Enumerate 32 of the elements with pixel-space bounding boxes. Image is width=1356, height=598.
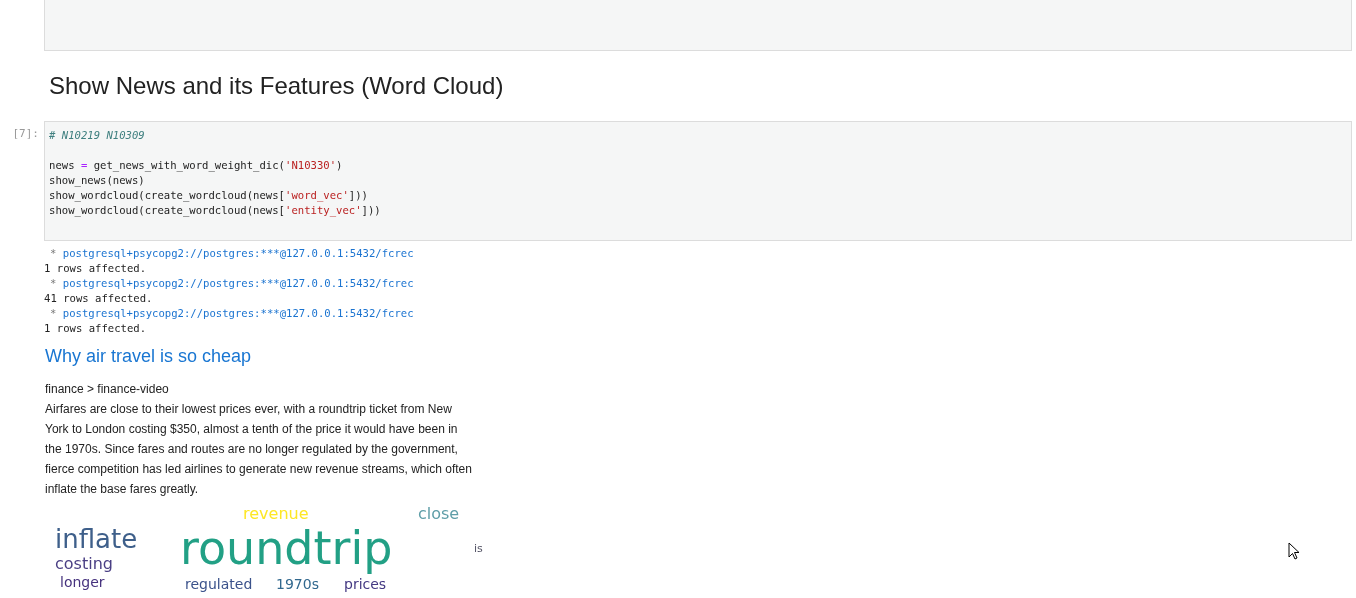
news-title: Why air travel is so cheap (45, 345, 253, 368)
bullet-marker: * (50, 307, 57, 319)
code-cell[interactable] (44, 0, 1352, 51)
cloud-word: costing (55, 555, 113, 574)
connection-url: postgresql+psycopg2://postgres:***@127.0.0.1:5432/fcrec (62, 277, 414, 289)
connection-url: postgresql+psycopg2://postgres:***@127.0.0.1:5432/fcrec (62, 307, 414, 319)
connection-url: postgresql+psycopg2://postgres:***@127.0.0.1:5432/fcrec (62, 247, 414, 259)
cloud-word: is (474, 543, 483, 556)
news-category: finance > finance-video (45, 381, 169, 398)
code-cell[interactable]: # N10219 N10309 news = get_news_with_word_weight_dic('N10330') show_news(news) show_wordcloud(create_wordcloud(news['word_vec'])) show_wordcloud(create_wordcloud(news['entity_vec'])) (44, 121, 1352, 241)
section-heading: Show News and its Features (Word Cloud) (49, 72, 504, 100)
cloud-word: 1970s (276, 576, 319, 593)
cloud-word: prices (344, 576, 387, 593)
code-line: news = get_news_with_word_weight_dic('N10330') (49, 158, 343, 173)
code-line: # N10219 N10309 (49, 128, 145, 143)
bullet-marker: * (50, 277, 57, 289)
code-line: show_wordcloud(create_wordcloud(news['word_vec'])) (49, 188, 368, 203)
cell-prompt: [7]: (11, 126, 40, 142)
cloud-word: inflate (55, 525, 138, 555)
output-message: 1 rows affected. (44, 321, 147, 336)
code-line: show_news(news) (49, 173, 145, 188)
code-line: show_wordcloud(create_wordcloud(news['entity_vec'])) (49, 203, 381, 218)
cloud-word: longer (60, 574, 105, 591)
bullet-marker: * (50, 247, 57, 259)
output-message: 1 rows affected. (44, 261, 147, 276)
cloud-word: revenue (243, 505, 309, 524)
cloud-word: regulated (185, 576, 253, 593)
cloud-word: roundtrip (180, 522, 393, 575)
news-abstract: Airfares are close to their lowest prices ever, with a roundtrip ticket from New York to London costing $350, almost a tenth of the price it would have been in the 1970s. Since fares and routes are no longer regulated by the government, fierce competition has led airlines to generate new revenue streams, which often inflate the base fares greatly. (45, 401, 473, 498)
cloud-word: close (418, 505, 460, 524)
output-message: 41 rows affected. (44, 291, 153, 306)
mouse-pointer-icon (1288, 542, 1300, 561)
